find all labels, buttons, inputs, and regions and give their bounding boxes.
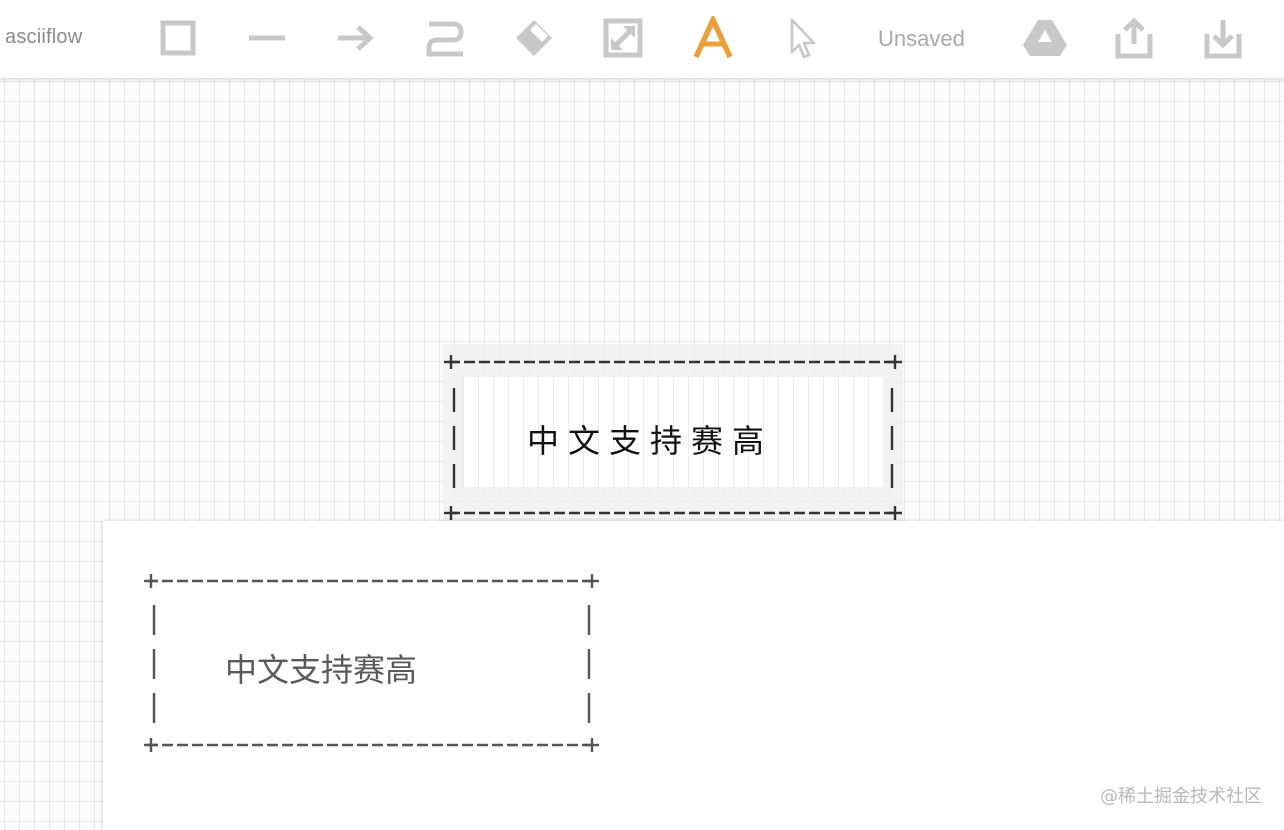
eraser-icon <box>516 20 552 56</box>
erase-tool-button[interactable] <box>510 14 558 62</box>
box-label-text: 中文支持赛高 <box>527 422 774 460</box>
asciiflow-app: 中文支持赛高 asciiflow Unsaved 中文支持赛高 @稀土掘金技术社… <box>0 0 1284 830</box>
box-tool-button[interactable] <box>154 14 202 62</box>
text-tool-button[interactable] <box>689 14 737 62</box>
app-title: asciiflow <box>5 26 83 48</box>
download-icon <box>1204 20 1242 59</box>
text-icon <box>693 16 733 59</box>
line-icon <box>249 35 285 41</box>
box-icon <box>160 20 196 56</box>
toolbar: asciiflow Unsaved <box>0 0 1284 78</box>
watermark: @稀土掘金技术社区 <box>1100 786 1262 807</box>
google-drive-button[interactable] <box>1021 14 1069 62</box>
select-tool-button[interactable] <box>778 14 826 62</box>
selected-text-box[interactable]: 中文支持赛高 <box>443 344 903 530</box>
save-status: Unsaved <box>878 26 965 51</box>
line-tool-button[interactable] <box>243 14 291 62</box>
share-icon <box>1115 17 1153 59</box>
arrow-tool-button[interactable] <box>332 14 380 62</box>
cursor-icon <box>790 18 816 59</box>
import-button[interactable] <box>1199 14 1247 62</box>
arrow-icon <box>338 25 374 51</box>
resize-tool-button[interactable] <box>599 14 647 62</box>
resize-icon <box>603 18 643 58</box>
freeform-icon <box>426 21 464 57</box>
freeform-tool-button[interactable] <box>421 14 469 62</box>
google-drive-icon <box>1023 20 1067 56</box>
export-button[interactable] <box>1110 14 1158 62</box>
preview-label-text: 中文支持赛高 <box>225 651 418 689</box>
